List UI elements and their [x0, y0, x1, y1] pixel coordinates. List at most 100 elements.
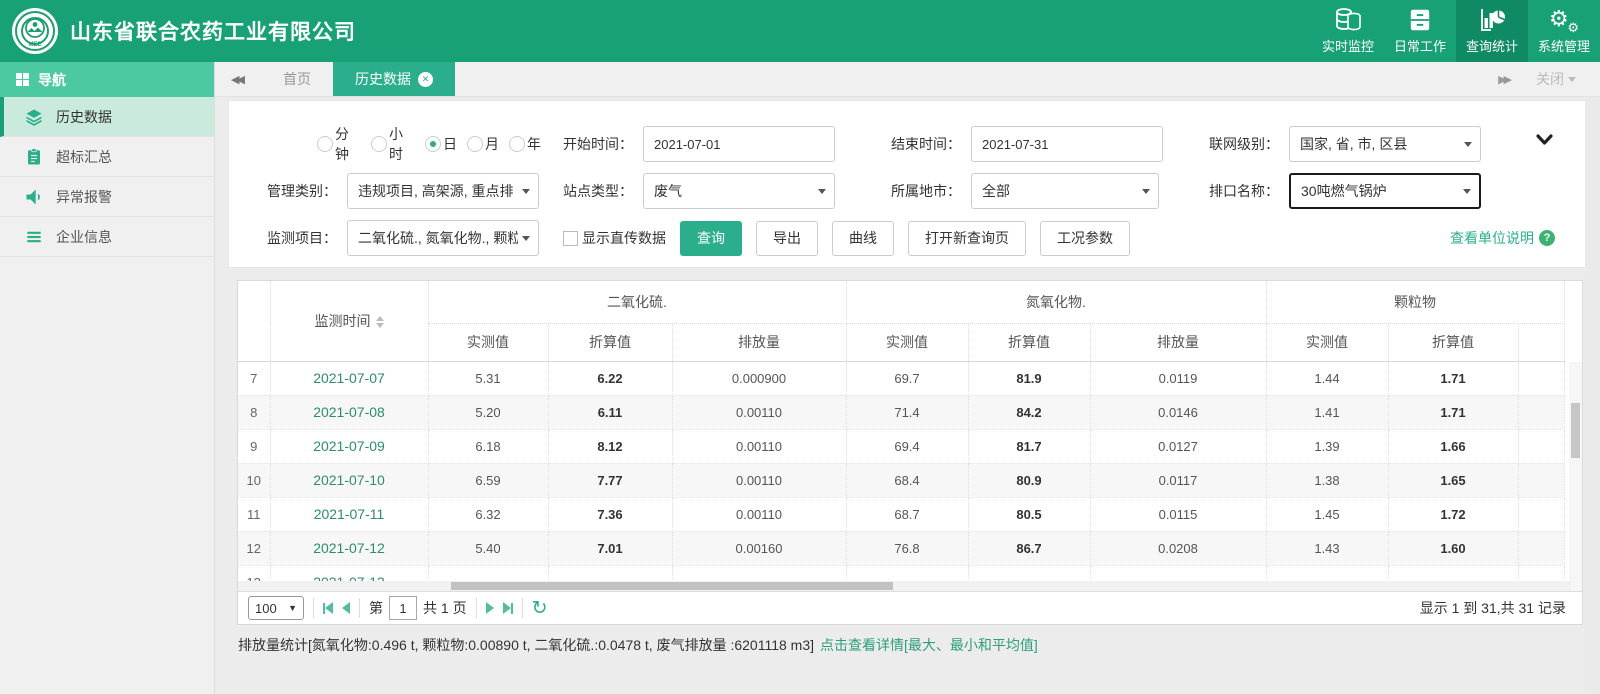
refresh-icon[interactable]: ↻	[532, 599, 548, 618]
query-button[interactable]: 查询	[680, 221, 742, 256]
value-cell: 8.12	[548, 429, 672, 463]
city-select[interactable]: 全部	[971, 173, 1159, 209]
collapse-panel-icon[interactable]	[1536, 133, 1553, 151]
table-row[interactable]: 72021-07-075.316.220.00090069.781.90.011…	[238, 361, 1564, 395]
direct-data-checkbox[interactable]: 显示直传数据	[563, 228, 666, 248]
vertical-scroll-thumb[interactable]	[1571, 403, 1580, 458]
period-radio-分钟[interactable]: 分钟	[317, 124, 361, 164]
value-cell: 68.4	[846, 463, 968, 497]
archive-icon	[1407, 7, 1433, 33]
col-header: 实测值	[428, 323, 548, 361]
value-cell: 1.71	[1388, 361, 1518, 395]
category-select[interactable]: 违规项目, 高架源, 重点排	[347, 173, 539, 209]
time-column-header[interactable]: 监测时间	[270, 281, 428, 361]
value-cell: 0.00110	[672, 429, 846, 463]
sidebar-item-label: 异常报警	[56, 187, 112, 207]
table-row[interactable]: 122021-07-125.407.010.0016076.886.70.020…	[238, 531, 1564, 565]
start-time-input[interactable]	[643, 126, 835, 162]
period-radio-年[interactable]: 年	[509, 134, 541, 154]
value-cell: 1.43	[1266, 531, 1388, 565]
curve-button[interactable]: 曲线	[832, 221, 894, 256]
sort-icon[interactable]	[376, 316, 384, 328]
page-number-input[interactable]	[389, 596, 417, 620]
sidebar-item-exceedance-summary[interactable]: 超标汇总	[0, 137, 214, 177]
table-row[interactable]: 102021-07-106.597.770.0011068.480.90.011…	[238, 463, 1564, 497]
period-radio-小时[interactable]: 小时	[371, 124, 415, 164]
horizontal-scroll-thumb[interactable]	[451, 582, 893, 590]
last-page-button[interactable]	[503, 602, 513, 614]
network-level-select[interactable]: 国家, 省, 市, 区县	[1289, 126, 1481, 162]
value-cell-partial	[1518, 497, 1564, 531]
close-menu-button[interactable]: 关闭	[1536, 69, 1576, 89]
radio-icon	[371, 136, 387, 152]
value-cell: 69.7	[846, 361, 968, 395]
nav-system-management[interactable]: ⚙⚙ 系统管理	[1528, 0, 1600, 62]
value-cell: 76.8	[846, 531, 968, 565]
period-radio-日[interactable]: 日	[425, 134, 457, 154]
table-row[interactable]: 112021-07-116.327.360.0011068.780.50.011…	[238, 497, 1564, 531]
monitor-time-cell[interactable]: 2021-07-07	[270, 361, 428, 395]
site-type-select[interactable]: 废气	[643, 173, 835, 209]
chevron-down-icon	[522, 189, 530, 194]
monitor-time-cell[interactable]: 2021-07-10	[270, 463, 428, 497]
nav-query-statistics[interactable]: 查询统计	[1456, 0, 1528, 62]
value-cell: 6.18	[428, 429, 548, 463]
monitor-item-value: 二氧化硫., 氮氧化物., 颗粒	[358, 228, 518, 248]
monitor-time-cell[interactable]: 2021-07-11	[270, 497, 428, 531]
col-header: 实测值	[1266, 323, 1388, 361]
end-time-input[interactable]	[971, 126, 1163, 162]
nav-realtime-monitoring[interactable]: 实时监控	[1312, 0, 1384, 62]
top-navigation: 实时监控 日常工作	[1312, 0, 1600, 62]
period-radio-月[interactable]: 月	[467, 134, 499, 154]
table-row[interactable]: 92021-07-096.188.120.0011069.481.70.0127…	[238, 429, 1564, 463]
outlet-name-select[interactable]: 30吨燃气锅炉	[1289, 173, 1481, 209]
value-cell-partial	[1518, 463, 1564, 497]
list-icon	[24, 227, 44, 247]
tab-scroll-left-icon[interactable]: ◀◀	[215, 62, 261, 96]
value-cell: 68.7	[846, 497, 968, 531]
sidebar-item-enterprise-info[interactable]: 企业信息	[0, 217, 214, 257]
table-row[interactable]: 82021-07-085.206.110.0011071.484.20.0146…	[238, 395, 1564, 429]
site-type-value: 废气	[654, 181, 814, 201]
export-button[interactable]: 导出	[756, 221, 818, 256]
value-cell: 7.77	[548, 463, 672, 497]
main-area: ◀◀ 首页 历史数据 ✕ ▶▶ 关闭	[215, 62, 1600, 694]
tab-history-data[interactable]: 历史数据 ✕	[333, 62, 455, 96]
tab-home[interactable]: 首页	[261, 62, 333, 96]
sidebar-item-label: 企业信息	[56, 227, 112, 247]
emission-summary-bar: 排放量统计[氮氧化物:0.496 t, 颗粒物:0.00890 t, 二氧化硫.…	[238, 635, 1586, 655]
outlet-name-label: 排口名称：	[1187, 181, 1279, 201]
tab-close-icon[interactable]: ✕	[418, 72, 433, 87]
working-params-button[interactable]: 工况参数	[1040, 221, 1130, 256]
period-radio-label: 分钟	[335, 124, 361, 164]
tab-bar: ◀◀ 首页 历史数据 ✕ ▶▶ 关闭	[215, 62, 1600, 97]
value-cell: 7.36	[548, 497, 672, 531]
first-page-button[interactable]	[323, 602, 333, 614]
tab-scroll-right-icon[interactable]: ▶▶	[1498, 73, 1512, 86]
open-new-query-button[interactable]: 打开新查询页	[908, 221, 1026, 256]
value-cell: 1.71	[1388, 395, 1518, 429]
sidebar-item-history-data[interactable]: 历史数据	[0, 97, 214, 137]
group-header-so2: 二氧化硫.	[428, 281, 846, 323]
filter-row-3: 监测项目： 二氧化硫., 氮氧化物., 颗粒 显示直传数据 查询 导出	[245, 219, 1569, 257]
table-horizontal-scrollbar[interactable]	[238, 581, 1571, 591]
value-cell: 1.41	[1266, 395, 1388, 429]
row-number-cell: 11	[238, 497, 270, 531]
value-cell: 84.2	[968, 395, 1090, 429]
view-detail-link[interactable]: 点击查看详情[最大、最小和平均值]	[820, 637, 1038, 653]
panel-gap	[228, 268, 1586, 280]
page-scroll-track[interactable]	[1586, 97, 1600, 694]
unit-note-link[interactable]: 查看单位说明 ?	[1450, 228, 1555, 248]
page-size-select[interactable]: 100 ▼	[248, 596, 304, 620]
period-radio-label: 年	[527, 134, 541, 154]
monitor-time-cell[interactable]: 2021-07-08	[270, 395, 428, 429]
nav-daily-work[interactable]: 日常工作	[1384, 0, 1456, 62]
value-cell: 0.000900	[672, 361, 846, 395]
monitor-item-select[interactable]: 二氧化硫., 氮氧化物., 颗粒	[347, 220, 539, 256]
table-vertical-scrollbar[interactable]	[1569, 362, 1582, 591]
prev-page-button[interactable]	[342, 602, 350, 614]
monitor-time-cell[interactable]: 2021-07-09	[270, 429, 428, 463]
sidebar-item-abnormal-alarm[interactable]: 异常报警	[0, 177, 214, 217]
next-page-button[interactable]	[486, 602, 494, 614]
monitor-time-cell[interactable]: 2021-07-12	[270, 531, 428, 565]
